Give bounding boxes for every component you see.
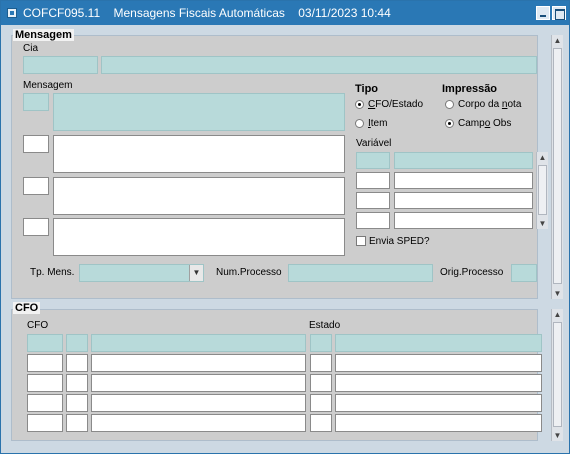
num-processo-field[interactable] xyxy=(288,264,433,282)
tipo-cfo-estado-radio[interactable] xyxy=(355,100,364,109)
impressao-corpo-nota-radio[interactable] xyxy=(445,100,454,109)
estado-desc-cell[interactable] xyxy=(335,394,542,412)
cfo-code-cell[interactable] xyxy=(27,394,63,412)
arrow-up-icon[interactable]: ▲ xyxy=(537,152,548,163)
tipo-label: Tipo xyxy=(355,83,379,95)
mensagem-text-field-3[interactable] xyxy=(53,177,345,215)
envia-sped-label[interactable]: Envia SPED? xyxy=(369,236,430,248)
mensagem-text-field-1[interactable] xyxy=(53,93,345,131)
arrow-up-icon[interactable]: ▲ xyxy=(552,35,563,46)
variavel-value-field-3[interactable] xyxy=(394,192,533,209)
mensagem-scroll-thumb[interactable] xyxy=(553,48,562,284)
cfo-column-label: CFO xyxy=(27,320,49,331)
estado-code-cell[interactable] xyxy=(310,394,332,412)
cfo-scroll-thumb[interactable] xyxy=(553,322,562,427)
cfo-block-scrollbar[interactable]: ▲ ▼ xyxy=(551,309,563,441)
estado-column-label: Estado xyxy=(309,320,341,331)
cia-name-field[interactable] xyxy=(101,56,537,74)
tipo-item-label[interactable]: Item xyxy=(368,118,387,130)
title-bar: COFCF095.11 Mensagens Fiscais Automática… xyxy=(1,1,569,25)
cfo-sub-cell[interactable] xyxy=(66,394,88,412)
cfo-sub-cell[interactable] xyxy=(66,354,88,372)
mensagem-seq-field-1[interactable] xyxy=(23,93,49,111)
estado-code-cell[interactable] xyxy=(310,414,332,432)
arrow-up-icon[interactable]: ▲ xyxy=(552,309,563,320)
maximize-button[interactable] xyxy=(552,6,566,20)
cia-label: Cia xyxy=(23,43,39,54)
variavel-value-field-2[interactable] xyxy=(394,172,533,189)
mensagem-seq-field-4[interactable] xyxy=(23,218,49,236)
app-window: COFCF095.11 Mensagens Fiscais Automática… xyxy=(0,0,570,454)
arrow-down-icon[interactable]: ▼ xyxy=(537,218,548,229)
window-title: COFCF095.11 Mensagens Fiscais Automática… xyxy=(23,6,391,20)
cfo-desc-cell[interactable] xyxy=(91,334,306,352)
estado-code-cell[interactable] xyxy=(310,374,332,392)
minimize-button[interactable] xyxy=(536,6,550,20)
cfo-desc-cell[interactable] xyxy=(91,394,306,412)
cfo-sub-cell[interactable] xyxy=(66,414,88,432)
impressao-campo-obs-label[interactable]: Campo Obs xyxy=(458,118,511,130)
orig-processo-label: Orig.Processo xyxy=(440,267,504,278)
cfo-code-cell[interactable] xyxy=(27,374,63,392)
variavel-label: Variável xyxy=(356,138,392,149)
mensagem-seq-field-3[interactable] xyxy=(23,177,49,195)
arrow-down-icon[interactable]: ▼ xyxy=(552,288,563,299)
num-processo-label: Num.Processo xyxy=(216,267,282,278)
tipo-item-radio[interactable] xyxy=(355,119,364,128)
estado-code-cell[interactable] xyxy=(310,334,332,352)
cfo-code-cell[interactable] xyxy=(27,334,63,352)
cfo-desc-cell[interactable] xyxy=(91,414,306,432)
orig-processo-field[interactable] xyxy=(511,264,537,282)
impressao-label: Impressão xyxy=(442,83,498,95)
cfo-sub-cell[interactable] xyxy=(66,334,88,352)
variavel-value-field-1[interactable] xyxy=(394,152,533,169)
impressao-corpo-nota-label[interactable]: Corpo da nota xyxy=(458,99,521,111)
cfo-desc-cell[interactable] xyxy=(91,374,306,392)
tipo-cfo-estado-label[interactable]: CFO/Estado xyxy=(368,99,423,111)
variavel-seq-field-1[interactable] xyxy=(356,152,390,169)
mensagem-text-field-2[interactable] xyxy=(53,135,345,173)
chevron-down-icon[interactable]: ▼ xyxy=(189,265,203,281)
variavel-value-field-4[interactable] xyxy=(394,212,533,229)
oracle-forms-icon xyxy=(7,8,17,18)
variavel-seq-field-4[interactable] xyxy=(356,212,390,229)
cfo-section-title: CFO xyxy=(13,302,41,314)
arrow-down-icon[interactable]: ▼ xyxy=(552,430,563,441)
estado-code-cell[interactable] xyxy=(310,354,332,372)
cfo-desc-cell[interactable] xyxy=(91,354,306,372)
variavel-seq-field-2[interactable] xyxy=(356,172,390,189)
cfo-sub-cell[interactable] xyxy=(66,374,88,392)
mensagem-text-field-4[interactable] xyxy=(53,218,345,256)
tp-mens-label: Tp. Mens. xyxy=(30,267,75,278)
variavel-seq-field-3[interactable] xyxy=(356,192,390,209)
variavel-scroll-thumb[interactable] xyxy=(538,165,547,215)
mensagem-label: Mensagem xyxy=(23,80,73,91)
tp-mens-select[interactable]: ▼ xyxy=(79,264,204,282)
variavel-scrollbar[interactable]: ▲ ▼ xyxy=(536,152,548,229)
estado-desc-cell[interactable] xyxy=(335,334,542,352)
envia-sped-checkbox[interactable] xyxy=(356,236,366,246)
mensagem-block-scrollbar[interactable]: ▲ ▼ xyxy=(551,35,563,299)
impressao-campo-obs-radio[interactable] xyxy=(445,119,454,128)
cia-code-field[interactable] xyxy=(23,56,98,74)
mensagem-section-title: Mensagem xyxy=(13,29,74,41)
estado-desc-cell[interactable] xyxy=(335,414,542,432)
cfo-code-cell[interactable] xyxy=(27,354,63,372)
cfo-code-cell[interactable] xyxy=(27,414,63,432)
estado-desc-cell[interactable] xyxy=(335,354,542,372)
mensagem-seq-field-2[interactable] xyxy=(23,135,49,153)
estado-desc-cell[interactable] xyxy=(335,374,542,392)
